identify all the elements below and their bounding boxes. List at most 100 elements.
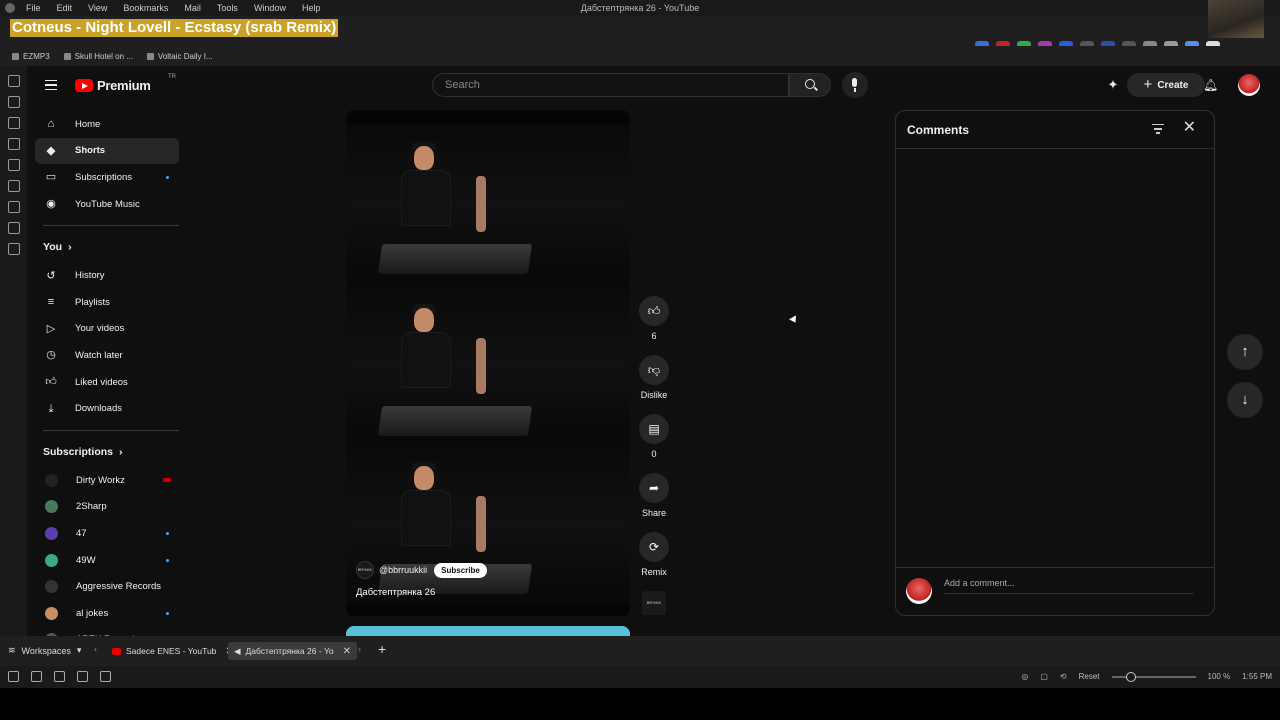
tab-scroll-right-icon[interactable]: ›: [358, 644, 361, 654]
tab-label: Дабстептрянка 26 - Yo: [245, 646, 334, 656]
now-playing-overlay: Cotneus - Night Lovell - Ecstasy (srab R…: [10, 19, 339, 37]
guide-item-downloads[interactable]: ⤓ Downloads: [35, 395, 179, 422]
menu-item[interactable]: Bookmarks: [123, 3, 168, 13]
short-channel-row: BR%KK @bbrruukkii Subscribe: [356, 561, 487, 579]
comment-icon[interactable]: ▤: [639, 414, 669, 444]
guide-item-2sharp[interactable]: 2Sharp: [35, 494, 179, 521]
guide-item-49w[interactable]: 49W: [35, 547, 179, 574]
guide-item-subscriptions[interactable]: ▭ Subscriptions: [35, 164, 179, 191]
shorts-sparkle-icon[interactable]: ✦: [1106, 78, 1120, 92]
mail-icon[interactable]: [77, 671, 88, 682]
voice-search-button[interactable]: [842, 72, 868, 98]
tiling-icon[interactable]: [31, 671, 42, 682]
subscribe-button[interactable]: Subscribe: [434, 562, 487, 578]
share-icon[interactable]: ➦: [639, 473, 669, 503]
history-panel-icon[interactable]: [7, 117, 20, 129]
menu-icon[interactable]: [45, 80, 57, 90]
app-menubar: File Edit View Bookmarks Mail Tools Window Help…: [0, 0, 1280, 16]
speaker-icon[interactable]: ◀: [234, 646, 241, 657]
guide-item-liked-videos[interactable]: 👍︎ Liked videos: [35, 369, 179, 396]
menu-item[interactable]: View: [88, 3, 107, 13]
menu-item[interactable]: File: [26, 3, 41, 13]
guide-section-header[interactable]: You ›: [43, 232, 179, 262]
downloads-panel-icon[interactable]: [7, 96, 20, 108]
workspaces-button[interactable]: ≋ Workspaces ▾: [8, 645, 81, 656]
calendar-icon[interactable]: [100, 671, 111, 682]
youtube-premium-logo[interactable]: Premium TR: [75, 74, 176, 93]
guide-item-shorts[interactable]: ◆ Shorts: [35, 137, 179, 165]
menu-item[interactable]: Window: [254, 3, 286, 13]
guide-item-playlists[interactable]: ≡ Playlists: [35, 289, 179, 316]
mail-panel-icon[interactable]: [7, 201, 20, 213]
remix-icon[interactable]: ⟳: [639, 532, 669, 562]
remix-action[interactable]: ⟳ Remix: [638, 532, 670, 577]
menu-item[interactable]: Help: [302, 3, 321, 13]
sort-icon[interactable]: [1152, 124, 1164, 134]
bookmark-item[interactable]: EZMP3: [12, 52, 50, 61]
search-button[interactable]: [789, 73, 831, 97]
page-actions-icon[interactable]: ⟲: [1060, 672, 1067, 681]
channel-avatar: [45, 553, 58, 567]
sync-cloud-icon[interactable]: [54, 671, 65, 682]
create-button[interactable]: + Create: [1127, 73, 1205, 97]
page-tiling-icon[interactable]: ▢: [1040, 672, 1048, 681]
channel-handle[interactable]: @bbrruukkii: [379, 565, 427, 575]
add-comment-input[interactable]: Add a comment...: [944, 578, 1194, 594]
guide-section-header[interactable]: Subscriptions ›: [43, 437, 179, 467]
guide-item-dirty-workz[interactable]: Dirty Workz: [35, 467, 179, 494]
thumbs-down-icon[interactable]: 👎︎: [639, 355, 669, 385]
next-short-preview[interactable]: [346, 626, 630, 636]
tab[interactable]: Sadece ENES - YouTub ✕: [106, 642, 240, 660]
close-icon[interactable]: ✕: [1183, 119, 1196, 137]
guide-item-youtube-music[interactable]: ◉ YouTube Music: [35, 191, 179, 218]
guide-item-apex-records[interactable]: APEX Records: [35, 627, 179, 636]
guide-item-label: 49W: [76, 554, 96, 566]
menu-item[interactable]: Mail: [184, 3, 201, 13]
account-avatar[interactable]: [1238, 74, 1260, 96]
thumbs-up-icon[interactable]: 👍︎: [639, 296, 669, 326]
bookmark-item[interactable]: Voltaic Daily I...: [146, 52, 213, 61]
short-video-player[interactable]: BR%KK @bbrruukkii Subscribe Дабстептрянк…: [346, 110, 630, 616]
guide-item-aggressive-records[interactable]: Aggressive Records: [35, 573, 179, 600]
channel-avatar: [45, 580, 58, 594]
panel-toggle-icon[interactable]: [8, 671, 19, 682]
channel-avatar[interactable]: BR%KK: [356, 561, 374, 579]
guide-item-history[interactable]: ↺ History: [35, 262, 179, 289]
capture-icon[interactable]: ◎: [1021, 672, 1028, 681]
close-tab-icon[interactable]: ✕: [343, 646, 351, 657]
plus-icon: +: [1143, 76, 1153, 93]
calendar-panel-icon[interactable]: [7, 222, 20, 234]
zoom-slider[interactable]: [1111, 671, 1196, 682]
new-tab-icon[interactable]: +: [378, 641, 386, 657]
previous-short-button[interactable]: ↑: [1227, 334, 1263, 370]
zoom-reset-button[interactable]: Reset: [1079, 672, 1100, 681]
comments-action[interactable]: ▤ 0: [638, 414, 670, 459]
menu-item[interactable]: Edit: [57, 3, 73, 13]
guide-item-watch-later[interactable]: ◷ Watch later: [35, 342, 179, 369]
next-short-button[interactable]: ↓: [1227, 382, 1263, 418]
reading-list-icon[interactable]: [7, 180, 20, 192]
menu-items: File Edit View Bookmarks Mail Tools Window Help: [26, 3, 320, 13]
like-action[interactable]: 👍︎ 6: [638, 296, 670, 341]
add-panel-icon[interactable]: [7, 243, 20, 255]
guide-item-al-jokes[interactable]: al jokes: [35, 600, 179, 627]
search-input[interactable]: Search: [432, 73, 789, 97]
guide-item-your-videos[interactable]: ▷ Your videos: [35, 316, 179, 343]
notifications-bell-icon[interactable]: 🔔︎: [1203, 78, 1218, 92]
window-panel-icon[interactable]: [7, 159, 20, 171]
tab-scroll-left-icon[interactable]: ‹: [94, 644, 97, 654]
bookmark-item[interactable]: Skull Hotel on ...: [63, 52, 133, 61]
menu-item[interactable]: Tools: [217, 3, 238, 13]
guide-item-47[interactable]: 47: [35, 520, 179, 547]
dislike-action[interactable]: 👎︎ Dislike: [638, 355, 670, 400]
notes-panel-icon[interactable]: [7, 138, 20, 150]
short-title[interactable]: Дабстептрянка 26: [356, 587, 435, 598]
bookmarks-panel-icon[interactable]: [7, 75, 20, 87]
share-action[interactable]: ➦ Share: [638, 473, 670, 518]
tab-active[interactable]: ◀ Дабстептрянка 26 - Yo ✕: [228, 642, 358, 660]
bookmarks-bar: EZMP3 Skull Hotel on ... Voltaic Daily I..…: [0, 46, 1280, 66]
youtube-favicon-icon: [112, 647, 121, 655]
sound-thumbnail[interactable]: BR%KK: [642, 591, 666, 615]
sound-action[interactable]: BR%KK: [638, 591, 670, 615]
guide-item-home[interactable]: ⌂ Home: [35, 111, 179, 138]
